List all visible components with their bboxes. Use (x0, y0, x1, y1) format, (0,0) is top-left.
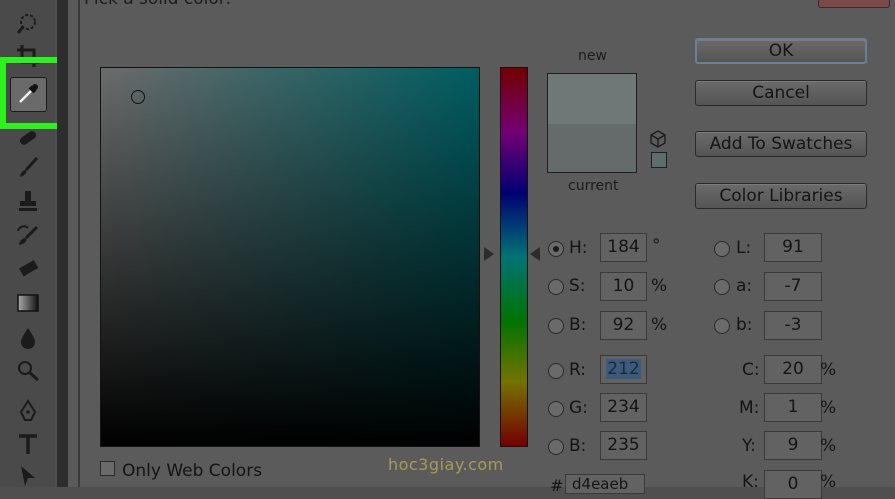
yellow-label: Y: (742, 436, 756, 456)
blue-label: B: (569, 436, 587, 456)
lab-l-radio[interactable] (714, 241, 730, 257)
lab-a-radio[interactable] (714, 279, 730, 295)
close-button[interactable] (818, 0, 890, 8)
path-selection-icon[interactable] (8, 460, 48, 492)
green-label: G: (569, 398, 588, 418)
hue-label: H: (569, 238, 588, 258)
black-unit: % (820, 472, 837, 492)
blur-icon[interactable] (8, 322, 48, 354)
yellow-input[interactable]: 9 (764, 431, 822, 460)
magenta-label: M: (739, 398, 760, 418)
hue-slider[interactable] (500, 67, 528, 447)
add-to-swatches-button[interactable]: Add To Swatches (695, 131, 867, 157)
current-color-label: current (568, 178, 619, 194)
pen-icon[interactable] (8, 395, 48, 427)
saturation-label: S: (569, 276, 586, 296)
lab-b-input[interactable]: -3 (764, 311, 822, 340)
history-brush-icon[interactable] (8, 220, 48, 252)
yellow-unit: % (820, 436, 837, 456)
brightness-label: B: (569, 315, 587, 335)
hex-label: # (550, 476, 564, 495)
brightness-unit: % (651, 315, 668, 335)
lab-l-input[interactable]: 91 (764, 233, 822, 262)
dialog-title: Pick a solid color: (84, 0, 231, 9)
web-safe-color-swatch[interactable] (651, 152, 667, 168)
new-color-label: new (578, 48, 607, 64)
cyan-unit: % (820, 360, 837, 380)
brush-icon[interactable] (8, 152, 48, 184)
color-preview (547, 73, 637, 173)
brightness-input[interactable]: 92 (600, 311, 647, 340)
lab-b-radio[interactable] (714, 318, 730, 334)
brightness-radio[interactable] (548, 318, 564, 334)
saturation-input[interactable]: 10 (600, 272, 647, 301)
hue-radio[interactable] (548, 241, 564, 257)
cyan-label: C: (742, 360, 760, 380)
green-input[interactable]: 234 (600, 393, 647, 422)
blue-input[interactable]: 235 (600, 431, 647, 460)
hue-slider-left-arrow[interactable] (484, 247, 494, 261)
only-web-colors-label: Only Web Colors (122, 461, 263, 481)
magenta-unit: % (820, 398, 837, 418)
hue-input[interactable]: 184 (600, 233, 647, 262)
saturation-radio[interactable] (548, 279, 564, 295)
current-color-swatch[interactable] (548, 124, 636, 172)
clone-stamp-icon[interactable] (8, 185, 48, 217)
panel-divider-light (68, 0, 78, 487)
ok-button[interactable]: OK (695, 38, 867, 64)
panel-divider (57, 0, 68, 487)
new-color-swatch (548, 74, 636, 124)
red-label: R: (569, 360, 587, 380)
lab-b-label: b: (736, 315, 753, 335)
hex-input[interactable]: d4eaeb (565, 474, 645, 494)
eraser-icon[interactable] (8, 252, 48, 284)
red-input-selected-text: 212 (606, 359, 641, 379)
gradient-icon[interactable] (8, 287, 48, 319)
cancel-button[interactable]: Cancel (695, 80, 867, 106)
dodge-icon[interactable] (8, 355, 48, 387)
type-icon[interactable] (8, 428, 48, 460)
black-label: K: (742, 472, 759, 492)
color-field-marker[interactable] (131, 90, 145, 104)
hue-slider-right-arrow[interactable] (530, 247, 540, 261)
out-of-gamut-cube-icon[interactable] (650, 130, 666, 148)
quick-selection-icon[interactable] (8, 6, 48, 38)
red-input[interactable]: 212 (600, 355, 647, 384)
only-web-colors-checkbox[interactable] (100, 461, 115, 476)
lab-a-label: a: (736, 276, 753, 296)
lab-a-input[interactable]: -7 (764, 272, 822, 301)
watermark-text: hoc3giay.com (388, 455, 504, 474)
color-picker-dialog: Pick a solid color: new current OK Cance… (80, 0, 895, 499)
cyan-input[interactable]: 20 (764, 355, 822, 384)
color-field[interactable] (100, 67, 480, 447)
color-libraries-button[interactable]: Color Libraries (695, 183, 867, 209)
lab-l-label: L: (736, 238, 752, 258)
hue-unit: ° (652, 236, 661, 256)
blue-radio[interactable] (548, 439, 564, 455)
black-input[interactable]: 0 (764, 470, 822, 499)
green-radio[interactable] (548, 401, 564, 417)
red-radio[interactable] (548, 363, 564, 379)
magenta-input[interactable]: 1 (764, 393, 822, 422)
saturation-unit: % (651, 276, 668, 296)
